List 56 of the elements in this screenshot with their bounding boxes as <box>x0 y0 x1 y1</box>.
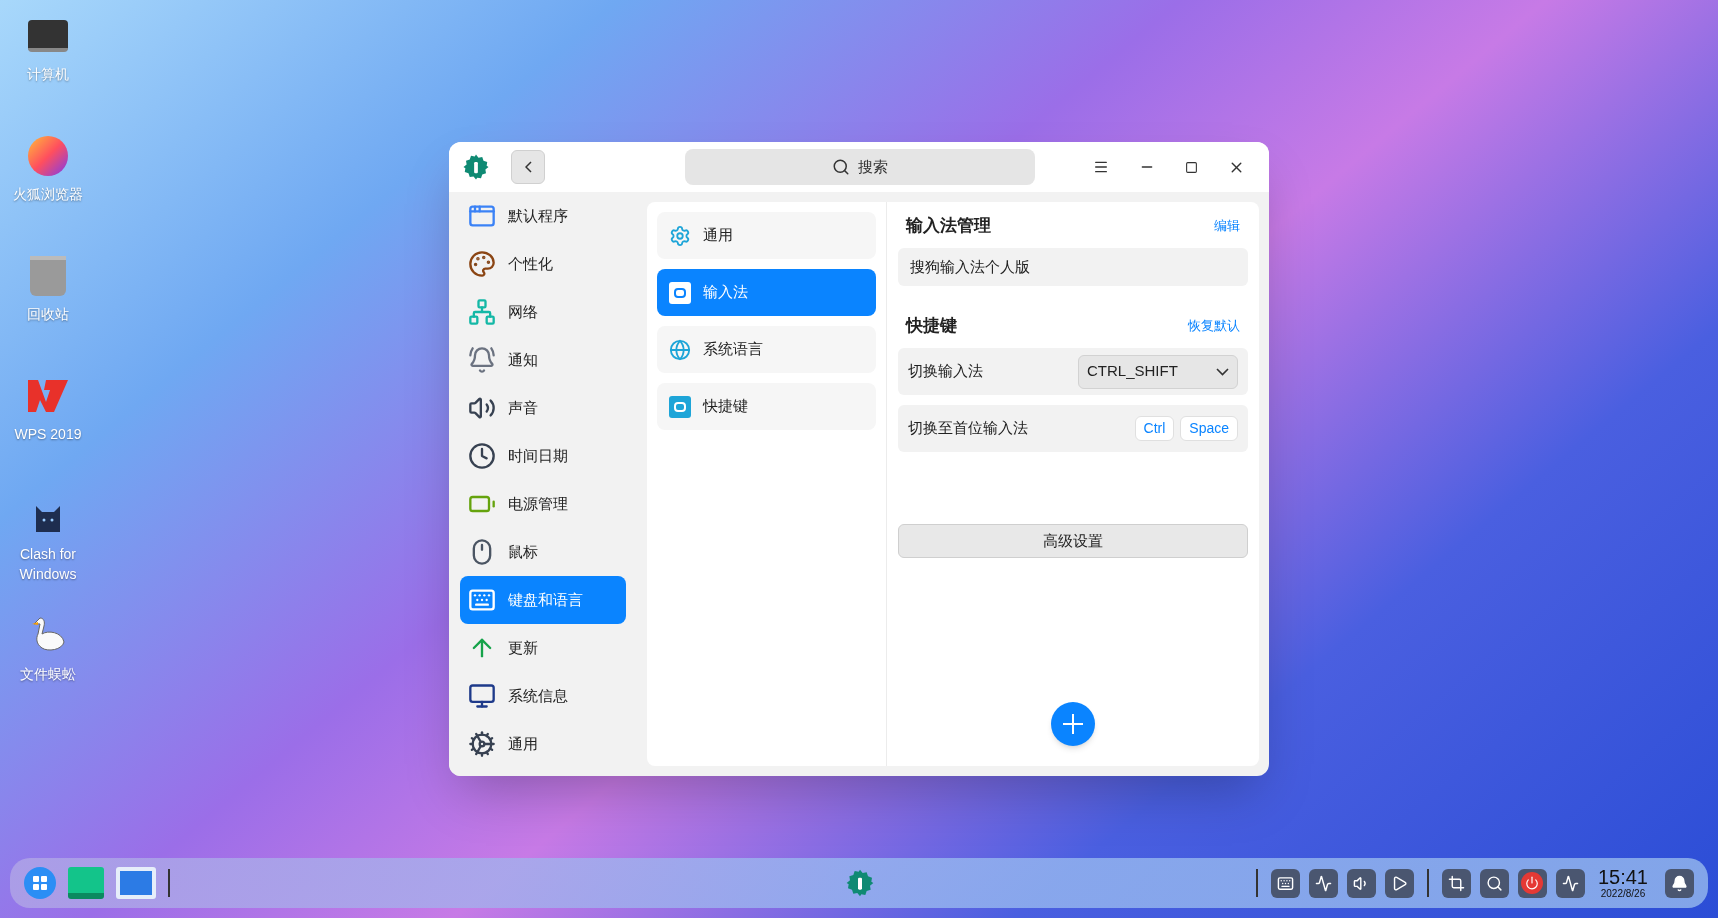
clock-date[interactable]: 2022/8/26 <box>1600 889 1646 899</box>
volume-icon[interactable] <box>1346 868 1376 898</box>
clock-icon <box>468 442 496 470</box>
category-item[interactable]: 快捷键 <box>657 383 876 430</box>
keyboard-icon[interactable] <box>1270 868 1300 898</box>
gear-wrench-icon <box>844 867 876 899</box>
key-cap: Space <box>1180 416 1238 441</box>
shortcut-label: 切换至首位输入法 <box>908 418 1028 439</box>
monitor-icon <box>468 682 496 710</box>
chevron-down-icon <box>1216 367 1229 376</box>
shortcut-label: 切换输入法 <box>908 361 983 382</box>
maximize-icon[interactable] <box>1185 160 1198 174</box>
clock-time[interactable]: 15:41 <box>1597 867 1648 887</box>
gear-icon <box>468 730 496 758</box>
monitor-gauge-icon[interactable] <box>1555 868 1585 898</box>
section-title: 快捷键 <box>906 315 957 338</box>
sidebar-item[interactable]: 个性化 <box>460 240 626 288</box>
shortcut-dropdown[interactable]: CTRL_SHIFT <box>1078 354 1238 389</box>
bell-icon <box>468 346 496 374</box>
gear-icon <box>669 224 691 247</box>
sidebar-item[interactable]: 系统信息 <box>460 672 626 720</box>
search-icon <box>832 158 850 176</box>
section-title: 输入法管理 <box>906 215 991 238</box>
sidebar-item[interactable]: 更新 <box>460 624 626 672</box>
sidebar-item[interactable]: 网络 <box>460 288 626 336</box>
sidebar-item[interactable]: 键盘和语言 <box>460 576 626 624</box>
gear-wrench-icon <box>461 152 491 182</box>
reset-link[interactable]: 恢复默认 <box>1188 316 1240 336</box>
palette-icon <box>468 250 496 278</box>
category-item[interactable]: 通用 <box>657 212 876 259</box>
play-icon[interactable] <box>1384 868 1414 898</box>
settings-taskbar-icon[interactable] <box>844 867 876 899</box>
advanced-settings-button[interactable]: 高级设置 <box>898 524 1248 558</box>
sidebar-item[interactable]: 电源管理 <box>460 480 626 528</box>
edit-link[interactable]: 编辑 <box>1214 216 1240 236</box>
power-icon[interactable] <box>1517 868 1547 898</box>
back-button[interactable] <box>511 150 545 184</box>
add-button[interactable] <box>1051 702 1095 746</box>
multitask-icon[interactable] <box>116 867 156 899</box>
sidebar-item[interactable]: 鼠标 <box>460 528 626 576</box>
sidebar-item[interactable]: 默认程序 <box>460 192 626 240</box>
sidebar-item[interactable]: 时间日期 <box>460 432 626 480</box>
input-method-item[interactable]: 搜狗输入法个人版 <box>898 248 1248 286</box>
search-icon[interactable] <box>1479 868 1509 898</box>
notification-icon[interactable] <box>1665 868 1694 898</box>
category-item[interactable]: 输入法 <box>657 269 876 316</box>
sidebar-item[interactable]: 通知 <box>460 336 626 384</box>
sidebar-item[interactable]: 通用 <box>460 720 626 768</box>
key-cap: Ctrl <box>1134 416 1175 441</box>
plus-icon <box>1063 714 1083 734</box>
screenshot-icon[interactable] <box>1441 868 1471 898</box>
menu-icon[interactable] <box>1093 159 1109 175</box>
search-field[interactable]: 搜索 <box>685 149 1035 185</box>
sidebar-item[interactable]: 声音 <box>460 384 626 432</box>
category-item[interactable]: 系统语言 <box>657 326 876 373</box>
launcher-icon[interactable] <box>24 867 56 899</box>
